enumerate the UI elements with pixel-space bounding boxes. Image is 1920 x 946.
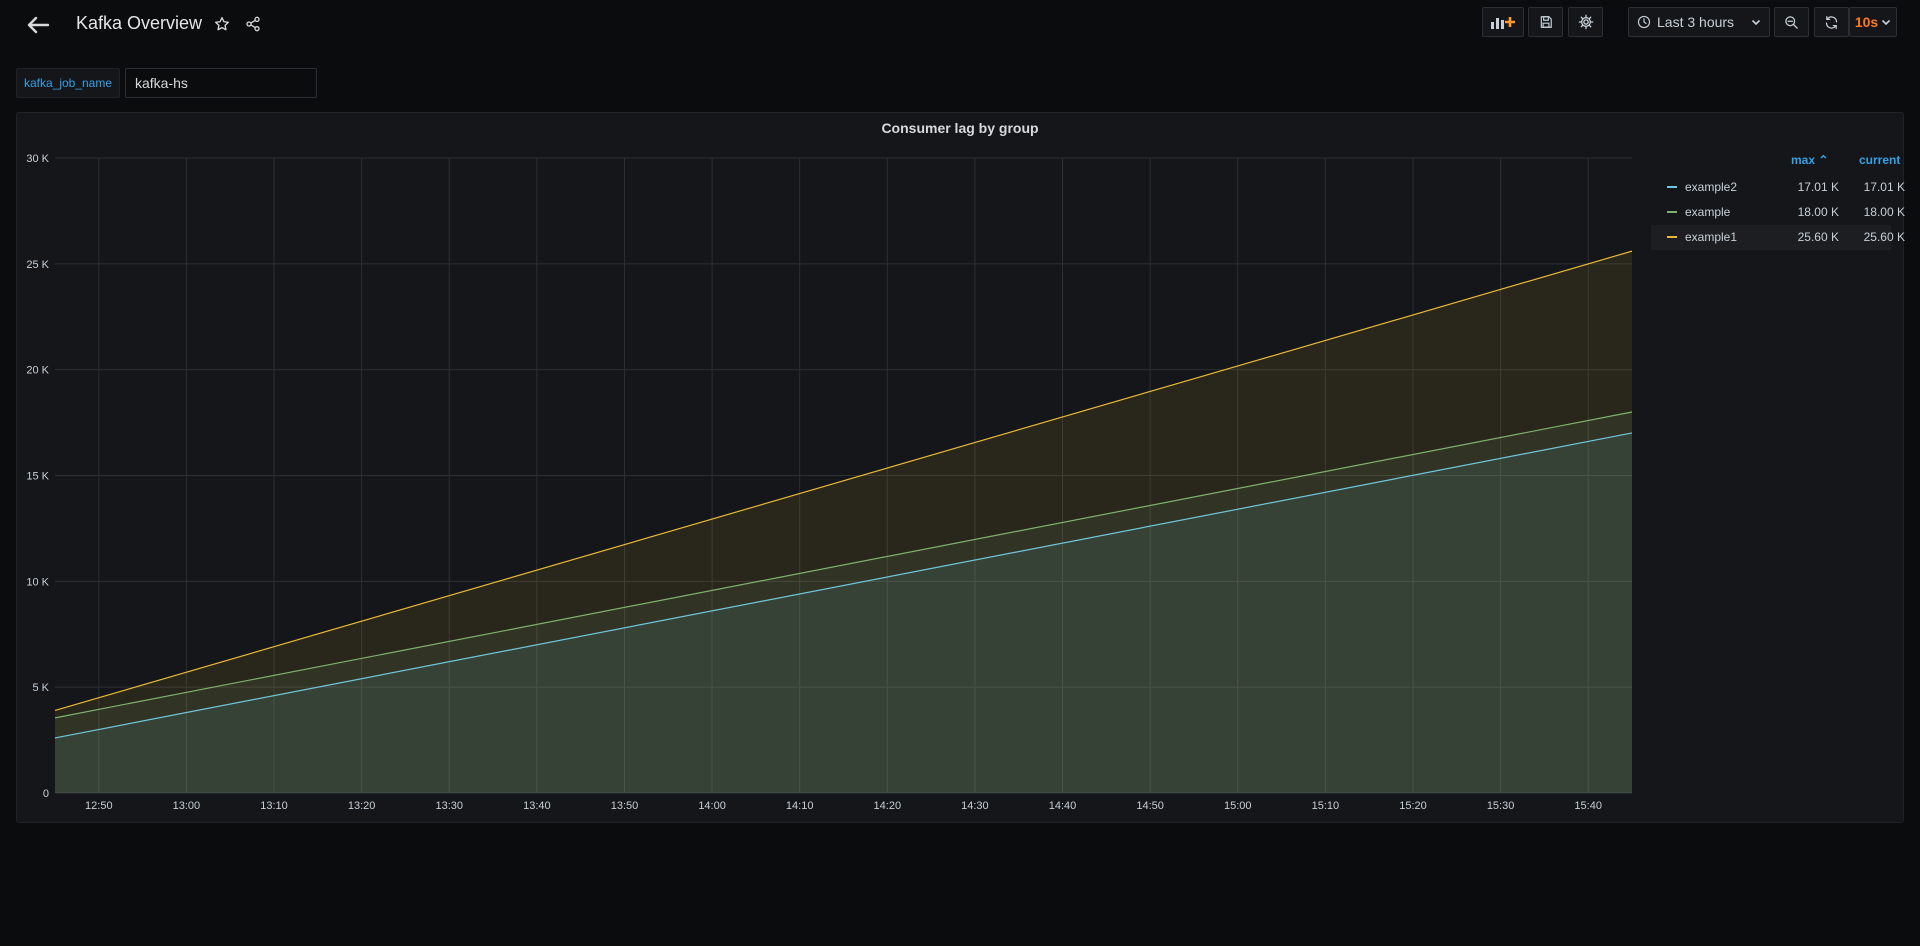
- legend-series-name: example1: [1685, 230, 1738, 244]
- x-tick-label: 15:10: [1312, 800, 1340, 812]
- legend-current-value: 17.01 K: [1863, 180, 1905, 194]
- refresh-interval-picker[interactable]: 10s: [1849, 7, 1897, 37]
- legend-item[interactable]: example2 17.01 K 17.01 K: [1651, 175, 1905, 200]
- star-icon: [215, 17, 229, 31]
- legend-max-label: max: [1791, 153, 1816, 167]
- zoom-out-icon: [1785, 15, 1798, 29]
- clock-icon: [1637, 15, 1651, 29]
- graph-panel: Consumer lag by group 05 K 10 K 15 K 20 K 25…: [16, 112, 1905, 824]
- legend-max-value: 25.60 K: [1797, 230, 1839, 244]
- legend-item[interactable]: example1 25.60 K 25.60 K: [1651, 225, 1905, 250]
- add-panel-button[interactable]: [1482, 7, 1524, 37]
- legend-current-header[interactable]: current: [1859, 153, 1900, 167]
- legend-swatch: [1667, 236, 1677, 238]
- zoom-out-button[interactable]: [1774, 7, 1809, 37]
- back-button[interactable]: [24, 12, 52, 38]
- x-tick-label: 15:40: [1574, 800, 1602, 812]
- consumer-lag-chart[interactable]: 0 5 K 10 K 15 K 20 K 25 K 30 K 12:50 13:00 13:10 1…: [17, 113, 1647, 824]
- legend-max-value: 17.01 K: [1797, 180, 1839, 194]
- variable-value-select[interactable]: kafka-hs: [125, 68, 317, 98]
- x-tick-label: 12:50: [85, 800, 113, 812]
- refresh-button[interactable]: [1814, 7, 1849, 37]
- arrow-left-icon: [27, 16, 49, 34]
- x-tick-label: 14:50: [1136, 800, 1164, 812]
- legend-item[interactable]: example 18.00 K 18.00 K: [1651, 200, 1905, 225]
- gear-icon: [1578, 14, 1593, 30]
- legend-max-value: 18.00 K: [1797, 205, 1839, 219]
- dashboard-header: Kafka Overview Last 3 hours 10s: [0, 0, 1920, 50]
- star-button[interactable]: [212, 14, 232, 34]
- y-tick-label: 10 K: [26, 576, 49, 588]
- chart-legend: max ⌃ current example2 17.01 K 17.01 K e…: [1651, 153, 1905, 250]
- x-tick-label: 13:40: [523, 800, 551, 812]
- x-tick-label: 15:20: [1399, 800, 1427, 812]
- x-tick-label: 15:00: [1224, 800, 1252, 812]
- legend-current-value: 25.60 K: [1863, 230, 1905, 244]
- y-tick-label: 0: [43, 788, 49, 800]
- time-range-picker[interactable]: Last 3 hours: [1628, 7, 1770, 37]
- refresh-icon: [1825, 15, 1838, 29]
- save-dashboard-button[interactable]: [1528, 7, 1563, 37]
- dashboard-settings-button[interactable]: [1568, 7, 1603, 37]
- variable-label: kafka_job_name: [16, 68, 120, 98]
- y-tick-label: 5 K: [32, 682, 49, 694]
- x-tick-label: 13:30: [435, 800, 463, 812]
- y-tick-label: 25 K: [26, 259, 49, 271]
- chevron-down-icon: [1751, 19, 1761, 26]
- legend-current-value: 18.00 K: [1863, 205, 1905, 219]
- x-tick-label: 14:20: [874, 800, 902, 812]
- save-icon: [1540, 16, 1552, 28]
- x-tick-label: 14:30: [961, 800, 989, 812]
- chevron-down-icon: [1882, 19, 1891, 26]
- time-range-label: Last 3 hours: [1657, 14, 1735, 30]
- y-tick-label: 30 K: [26, 153, 49, 165]
- add-panel-icon: [1491, 17, 1515, 29]
- refresh-interval-label: 10s: [1854, 14, 1879, 30]
- legend-header: max ⌃ current: [1651, 153, 1900, 175]
- x-tick-label: 13:00: [173, 800, 201, 812]
- y-tick-label: 15 K: [26, 471, 49, 483]
- share-button[interactable]: [243, 14, 263, 34]
- x-tick-label: 13:10: [260, 800, 288, 812]
- dashboard-title: Kafka Overview: [76, 13, 203, 33]
- x-tick-label: 14:10: [786, 800, 814, 812]
- legend-swatch: [1667, 186, 1677, 188]
- x-tick-label: 15:30: [1487, 800, 1515, 812]
- x-tick-label: 14:40: [1049, 800, 1077, 812]
- legend-swatch: [1667, 211, 1677, 213]
- legend-max-header[interactable]: max ⌃: [1791, 153, 1828, 167]
- share-icon: [246, 16, 260, 32]
- x-tick-label: 14:00: [698, 800, 726, 812]
- y-tick-label: 20 K: [26, 365, 49, 377]
- legend-series-name: example2: [1685, 180, 1738, 194]
- legend-series-name: example: [1685, 205, 1731, 219]
- x-tick-label: 13:50: [611, 800, 639, 812]
- x-tick-label: 13:20: [348, 800, 376, 812]
